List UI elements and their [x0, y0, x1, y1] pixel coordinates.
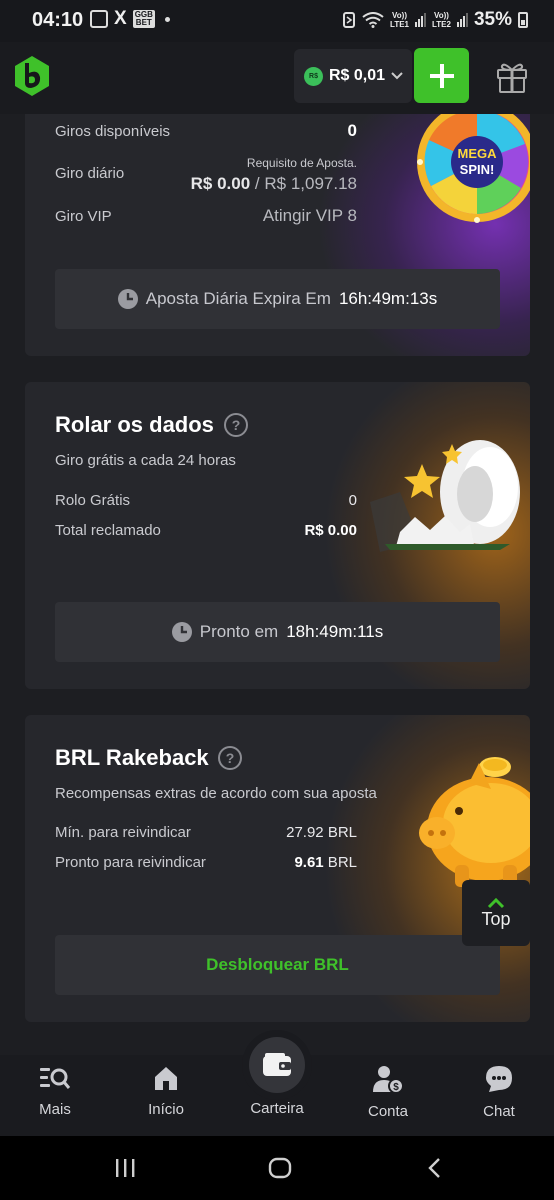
- card-subtitle: Giro grátis a cada 24 horas: [55, 452, 236, 469]
- svg-text:$: $: [393, 1082, 399, 1093]
- brand-logo-icon[interactable]: [14, 55, 50, 97]
- app-header: R$ R$ 0,01: [0, 42, 554, 114]
- plus-icon: [429, 63, 454, 88]
- back-icon[interactable]: [426, 1157, 442, 1179]
- card-subtitle: Recompensas extras de acordo com sua apo…: [55, 785, 377, 802]
- rakeback-card: BRL Rakeback ? Recompensas extras de aco…: [25, 715, 530, 1022]
- row-label: Pronto para reivindicar: [55, 854, 206, 871]
- nav-item-chat[interactable]: Chat: [454, 1065, 544, 1120]
- nav-item-wallet[interactable]: Carteira: [232, 1100, 322, 1117]
- row-label: Giro diário: [55, 165, 125, 182]
- wallet-button[interactable]: [242, 1030, 312, 1100]
- vip-spin-value: Atingir VIP 8: [262, 206, 357, 225]
- dice-card: Rolar os dados ? Giro grátis a cada 24 h…: [25, 382, 530, 689]
- nav-item-account[interactable]: $ Conta: [343, 1065, 433, 1120]
- total-claimed-value: R$ 0.00: [304, 522, 357, 539]
- gift-icon[interactable]: [496, 60, 528, 94]
- battery-percent: 35%: [473, 9, 512, 30]
- row-label: Total reclamado: [55, 522, 161, 539]
- available-spins-value: 0: [347, 121, 357, 140]
- chevron-up-icon: [487, 897, 505, 908]
- dice-ready-timer: Pronto em 18h:49m:11s: [55, 602, 500, 662]
- help-icon[interactable]: ?: [224, 413, 248, 437]
- ggb-app-icon: GGB BET: [132, 10, 155, 28]
- help-icon[interactable]: ?: [218, 746, 242, 770]
- daily-spin-progress: R$ 0.00 / R$ 1,097.18: [190, 174, 357, 193]
- row-label: Mín. para reivindicar: [55, 824, 191, 841]
- svg-text:MEGA: MEGA: [458, 146, 498, 161]
- ready-claim-value: 9.61 BRL: [294, 854, 357, 871]
- balance-selector[interactable]: R$ R$ 0,01: [294, 49, 412, 103]
- battery-icon: [518, 12, 528, 28]
- scroll-to-top-button[interactable]: Top: [462, 880, 530, 946]
- daily-bet-expiry-timer: Aposta Diária Expira Em 16h:49m:13s: [55, 269, 500, 329]
- signal-2-icon: [456, 13, 468, 27]
- card-title: BRL Rakeback: [55, 745, 209, 770]
- menu-search-icon: [40, 1068, 71, 1089]
- bet-requirement-caption: Requisito de Aposta.: [246, 156, 357, 170]
- wifi-icon: [362, 12, 384, 28]
- x-app-icon: X: [114, 8, 127, 29]
- nfc-icon: [343, 12, 356, 28]
- chat-icon: [486, 1066, 512, 1092]
- wallet-icon: [263, 1053, 291, 1076]
- account-icon: $: [373, 1066, 404, 1093]
- piggy-bank-image: [419, 757, 530, 887]
- egg-image: [370, 440, 520, 552]
- row-label: Rolo Grátis: [55, 492, 131, 509]
- min-claim-value: 27.92 BRL: [286, 824, 357, 841]
- nav-item-home[interactable]: Início: [121, 1065, 211, 1118]
- gallery-icon: [90, 10, 108, 28]
- home-icon: [155, 1067, 177, 1090]
- recent-apps-icon[interactable]: [114, 1158, 136, 1178]
- unlock-brl-button[interactable]: Desbloquear BRL: [55, 935, 500, 995]
- status-bar: 04:10 X GGB BET Vo)) LTE1 Vo)) LTE2 35%: [0, 0, 554, 42]
- svg-text:SPIN!: SPIN!: [460, 162, 495, 177]
- row-label: Giro VIP: [55, 208, 112, 225]
- spin-card: Giros disponíveis 0 Giro diário Requisit…: [25, 114, 530, 356]
- timer-value: 18h:49m:11s: [286, 622, 384, 641]
- mega-spin-wheel-image: MEGA SPIN!: [417, 114, 530, 223]
- nav-item-more[interactable]: Mais: [10, 1065, 100, 1118]
- signal-1-icon: [415, 13, 426, 27]
- deposit-button[interactable]: [414, 48, 469, 103]
- system-nav-bar: [0, 1136, 554, 1200]
- timer-label: Aposta Diária Expira Em: [145, 289, 331, 308]
- notification-dot-icon: [164, 16, 170, 22]
- balance-amount: R$ 0,01: [329, 67, 386, 84]
- chevron-down-icon: [391, 72, 403, 80]
- home-system-icon[interactable]: [268, 1157, 292, 1179]
- clock-icon: [171, 622, 192, 642]
- timer-label: Pronto em: [199, 622, 279, 641]
- clock-icon: [117, 289, 138, 309]
- row-label: Giros disponíveis: [55, 123, 171, 140]
- brl-coin-icon: R$: [304, 66, 323, 86]
- status-time: 04:10: [32, 9, 84, 31]
- top-label: Top: [481, 908, 511, 929]
- timer-value: 16h:49m:13s: [338, 289, 438, 308]
- card-title: Rolar os dados: [55, 412, 214, 437]
- free-roll-value: 0: [348, 492, 357, 509]
